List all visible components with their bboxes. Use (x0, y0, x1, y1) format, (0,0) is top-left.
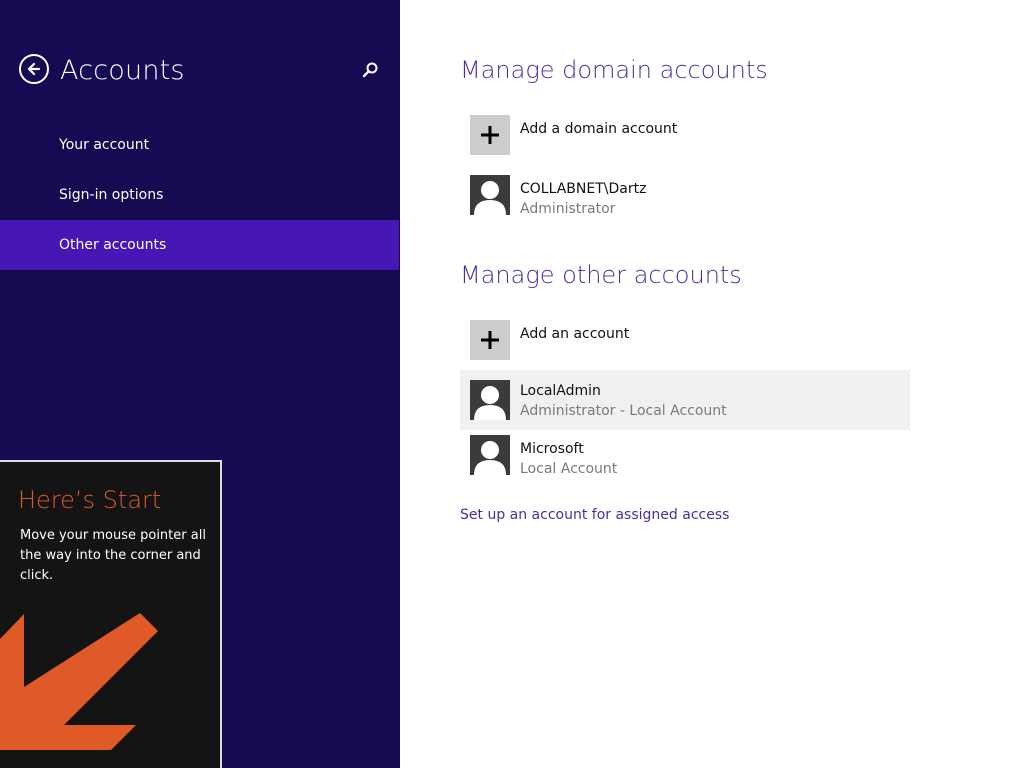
sidebar-item-your-account[interactable]: Your account (0, 120, 399, 170)
add-tile (470, 320, 510, 360)
back-button[interactable] (19, 54, 49, 84)
account-type: Local Account (520, 461, 618, 477)
account-row-microsoft[interactable]: Microsoft Local Account (460, 430, 910, 490)
add-account-label: Add an account (520, 326, 630, 342)
account-name: LocalAdmin (520, 383, 601, 399)
tip-title: Here’s Start (18, 486, 162, 514)
add-domain-account-label: Add a domain account (520, 121, 678, 137)
account-name: Microsoft (520, 441, 584, 457)
page-title: Accounts (60, 55, 185, 86)
sidebar-item-label: Your account (59, 137, 150, 153)
account-row-collabnet-dartz[interactable]: COLLABNET\Dartz Administrator (460, 170, 910, 230)
arrow-down-left-icon (0, 613, 158, 750)
account-name: COLLABNET\Dartz (520, 181, 647, 197)
sidebar-item-sign-in-options[interactable]: Sign-in options (0, 170, 399, 220)
domain-accounts-heading: Manage domain accounts (460, 56, 768, 84)
account-type: Administrator (520, 201, 616, 217)
add-domain-account-button[interactable]: Add a domain account (460, 110, 910, 170)
search-icon (362, 62, 378, 78)
sidebar-item-label: Other accounts (59, 237, 167, 253)
sidebar-item-label: Sign-in options (59, 187, 164, 203)
sidebar: Accounts Your account Sign-in options Ot… (0, 0, 400, 768)
add-account-button[interactable]: Add an account (460, 315, 910, 375)
search-button[interactable] (360, 60, 380, 80)
user-avatar-icon (470, 380, 510, 420)
tip-body: Move your mouse pointer all the way into… (20, 528, 206, 583)
back-arrow-icon (27, 62, 41, 76)
main-content: Manage domain accounts Add a domain acco… (400, 0, 1024, 768)
plus-icon (481, 126, 499, 144)
assigned-access-link[interactable]: Set up an account for assigned access (460, 506, 729, 524)
sidebar-item-other-accounts[interactable]: Other accounts (0, 220, 399, 270)
user-avatar-icon (470, 435, 510, 475)
user-avatar-icon (470, 175, 510, 215)
start-tip-panel[interactable]: Here’s Start Move your mouse pointer all… (0, 460, 222, 768)
add-tile (470, 115, 510, 155)
other-accounts-heading: Manage other accounts (460, 261, 742, 289)
account-type: Administrator - Local Account (520, 403, 727, 419)
account-row-localadmin[interactable]: LocalAdmin Administrator - Local Account (460, 370, 910, 430)
sidebar-nav: Your account Sign-in options Other accou… (0, 120, 399, 270)
plus-icon (481, 331, 499, 349)
